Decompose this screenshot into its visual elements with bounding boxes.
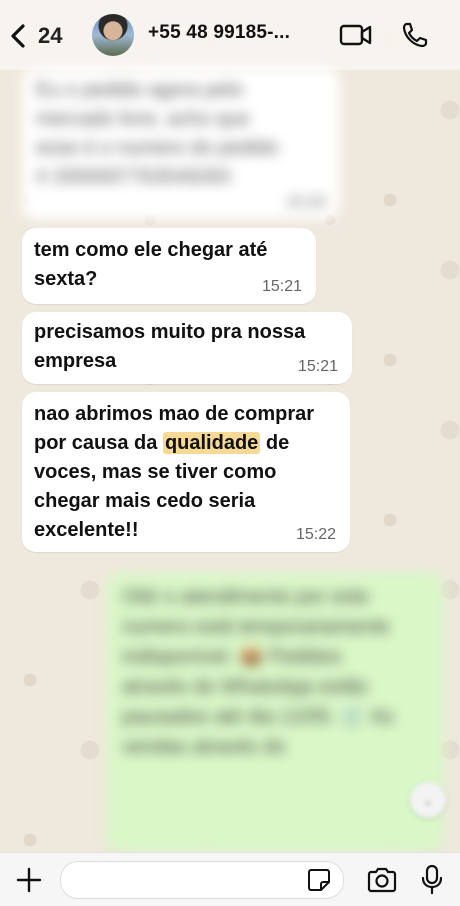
sticker-icon[interactable]	[306, 867, 332, 898]
phone-icon[interactable]	[400, 20, 430, 55]
composer-bar	[0, 852, 460, 906]
plus-icon[interactable]	[14, 865, 44, 895]
message-text: Eu o pedido agora pelo mercado livre, ac…	[36, 79, 279, 188]
scroll-down-icon[interactable]: ⌄	[410, 782, 446, 818]
back-button[interactable]: 24	[8, 20, 78, 52]
message-text: nao abrimos mao de comprar por causa da …	[22, 392, 351, 545]
message-bubble[interactable]: Eu o pedido agora pelo mercado livre, ac…	[22, 68, 340, 220]
message-bubble[interactable]: precisamos muito pra nossa empresa 15:21	[22, 312, 352, 384]
video-call-icon[interactable]	[338, 20, 374, 55]
avatar[interactable]	[92, 14, 134, 56]
highlighted-word: qualidade	[162, 432, 261, 454]
chevron-left-icon	[11, 24, 25, 48]
unread-count: 24	[38, 23, 63, 48]
message-time: 15:21	[261, 278, 302, 295]
outgoing-message-bubble[interactable]: Olá! o atendimento por este numero está …	[106, 572, 444, 852]
camera-icon[interactable]	[366, 866, 398, 899]
message-bubble[interactable]: nao abrimos mao de comprar por causa da …	[22, 392, 350, 552]
message-time: 15:21	[297, 358, 338, 375]
mic-icon[interactable]	[420, 863, 444, 900]
contact-name[interactable]: +55 48 99185-...	[148, 22, 290, 44]
message-time: 15:22	[295, 526, 336, 543]
message-input[interactable]	[60, 861, 344, 899]
message-bubble[interactable]: tem como ele chegar até sexta? 15:21	[22, 228, 316, 304]
message-text: Olá! o atendimento por este numero está …	[122, 586, 394, 758]
chat-header: 24 +55 48 99185-...	[0, 0, 460, 70]
message-time: 15:20	[285, 194, 326, 211]
